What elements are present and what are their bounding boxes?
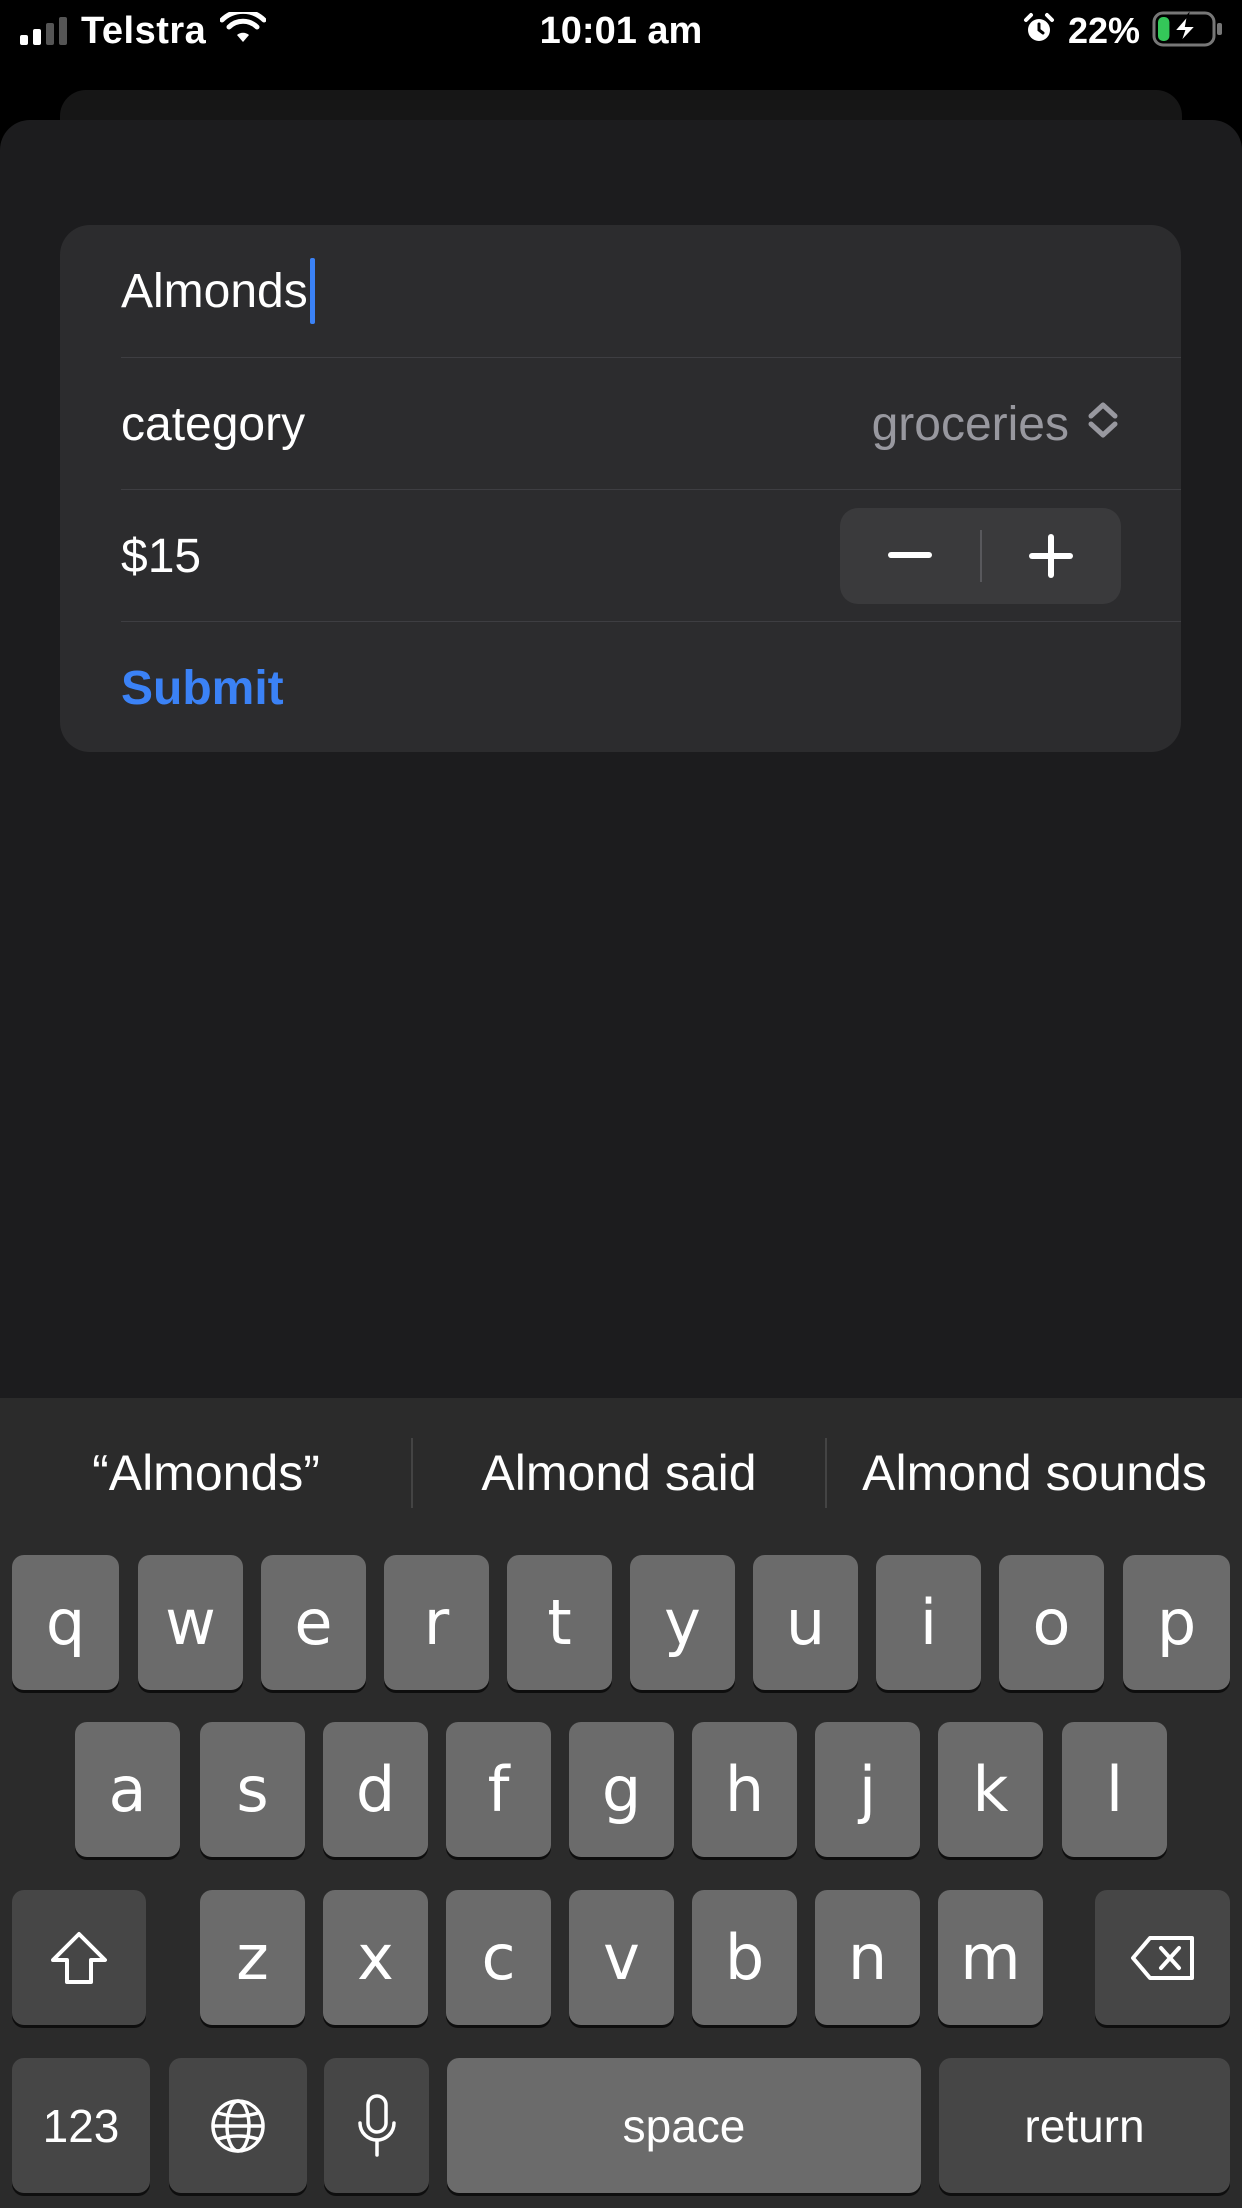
key-a[interactable]: a [75, 1722, 180, 1857]
key-z[interactable]: z [200, 1890, 305, 2025]
shift-icon [51, 1931, 107, 1984]
key-r[interactable]: r [384, 1555, 489, 1690]
key-t[interactable]: t [507, 1555, 612, 1690]
text-cursor [309, 258, 315, 324]
key-n[interactable]: n [815, 1890, 920, 2025]
category-row[interactable]: category groceries [121, 358, 1181, 490]
microphone-icon [357, 2093, 396, 2157]
chevron-up-down-icon [1085, 397, 1121, 452]
submit-row[interactable]: Submit [121, 622, 1181, 752]
category-label: category [121, 397, 306, 451]
suggestion-3[interactable]: Almond sounds [827, 1398, 1242, 1548]
numbers-key[interactable]: 123 [12, 2058, 150, 2193]
battery-percent: 22% [1067, 10, 1140, 51]
plus-icon [1029, 534, 1074, 578]
keyboard: “Almonds” Almond said Almond sounds q w … [0, 1398, 1242, 2208]
increment-button[interactable] [982, 508, 1122, 604]
delete-key[interactable] [1095, 1890, 1230, 2025]
key-u[interactable]: u [753, 1555, 858, 1690]
space-key[interactable]: space [447, 2058, 921, 2193]
submit-button[interactable]: Submit [121, 661, 284, 716]
key-h[interactable]: h [692, 1722, 797, 1857]
key-l[interactable]: l [1062, 1722, 1167, 1857]
key-f[interactable]: f [446, 1722, 551, 1857]
key-o[interactable]: o [999, 1555, 1104, 1690]
suggestion-1[interactable]: “Almonds” [0, 1398, 412, 1548]
suggestion-bar: “Almonds” Almond said Almond sounds [0, 1398, 1242, 1548]
globe-key[interactable] [169, 2058, 307, 2193]
key-k[interactable]: k [938, 1722, 1043, 1857]
globe-icon [211, 2098, 265, 2153]
name-row[interactable]: Almonds [121, 225, 1181, 357]
amount-stepper [840, 508, 1121, 604]
key-x[interactable]: x [323, 1890, 428, 2025]
name-field[interactable]: Almonds [121, 264, 308, 319]
backspace-icon [1130, 1935, 1194, 1980]
key-q[interactable]: q [12, 1555, 119, 1690]
key-s[interactable]: s [200, 1722, 305, 1857]
key-m[interactable]: m [938, 1890, 1043, 2025]
battery-charging-icon [1152, 11, 1224, 52]
key-d[interactable]: d [323, 1722, 428, 1857]
minus-icon [887, 552, 932, 558]
suggestion-2[interactable]: Almond said [413, 1398, 825, 1548]
key-p[interactable]: p [1123, 1555, 1230, 1690]
status-bar: Telstra 10:01 am 22% [0, 0, 1242, 64]
key-g[interactable]: g [569, 1722, 674, 1857]
category-picker[interactable]: groceries [872, 397, 1121, 452]
amount-row: $15 [121, 490, 1181, 622]
key-w[interactable]: w [138, 1555, 243, 1690]
key-y[interactable]: y [630, 1555, 735, 1690]
amount-value: $15 [121, 529, 202, 583]
alarm-icon [1022, 12, 1056, 51]
key-e[interactable]: e [261, 1555, 366, 1690]
decrement-button[interactable] [840, 508, 980, 604]
return-key[interactable]: return [939, 2058, 1230, 2193]
key-j[interactable]: j [815, 1722, 920, 1857]
key-v[interactable]: v [569, 1890, 674, 2025]
key-i[interactable]: i [876, 1555, 981, 1690]
category-value: groceries [871, 397, 1069, 451]
key-b[interactable]: b [692, 1890, 797, 2025]
key-c[interactable]: c [446, 1890, 551, 2025]
expense-form: Almonds category groceries $15 Submit [60, 225, 1181, 752]
dictation-key[interactable] [324, 2058, 429, 2193]
shift-key[interactable] [12, 1890, 146, 2025]
